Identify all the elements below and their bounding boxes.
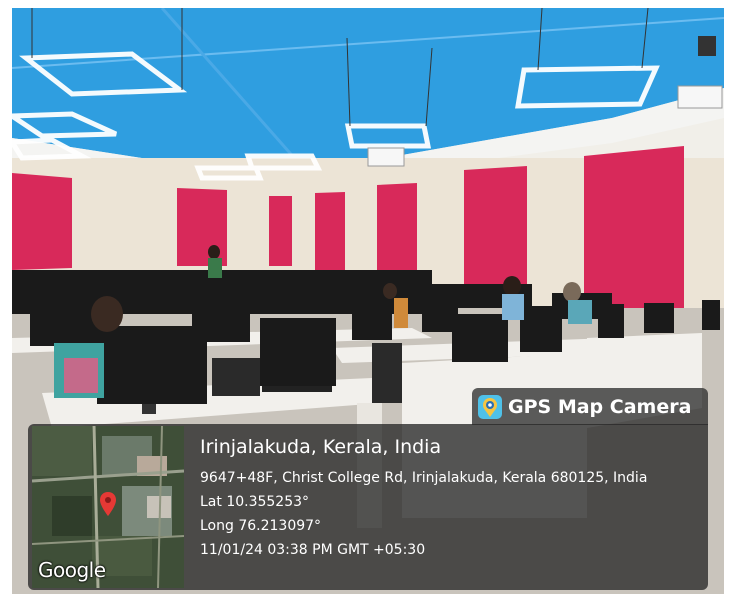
gps-app-name: GPS Map Camera bbox=[508, 395, 692, 418]
longitude-line: Long 76.213097° bbox=[200, 518, 322, 534]
location-title: Irinjalakuda, Kerala, India bbox=[200, 436, 442, 458]
latitude-line: Lat 10.355253° bbox=[200, 494, 310, 510]
gps-info-panel: Google Irinjalakuda, Kerala, India 9647+… bbox=[28, 424, 708, 590]
google-logo: Google bbox=[38, 558, 106, 582]
gps-map-camera-icon bbox=[478, 394, 502, 419]
map-thumbnail: Google bbox=[32, 426, 184, 588]
gps-app-badge: GPS Map Camera bbox=[472, 388, 708, 425]
gps-details: Irinjalakuda, Kerala, India 9647+48F, Ch… bbox=[200, 434, 647, 562]
map-pin-icon bbox=[100, 492, 116, 521]
datetime-line: 11/01/24 03:38 PM GMT +05:30 bbox=[200, 542, 426, 558]
address-line: 9647+48F, Christ College Rd, Irinjalakud… bbox=[200, 470, 648, 486]
